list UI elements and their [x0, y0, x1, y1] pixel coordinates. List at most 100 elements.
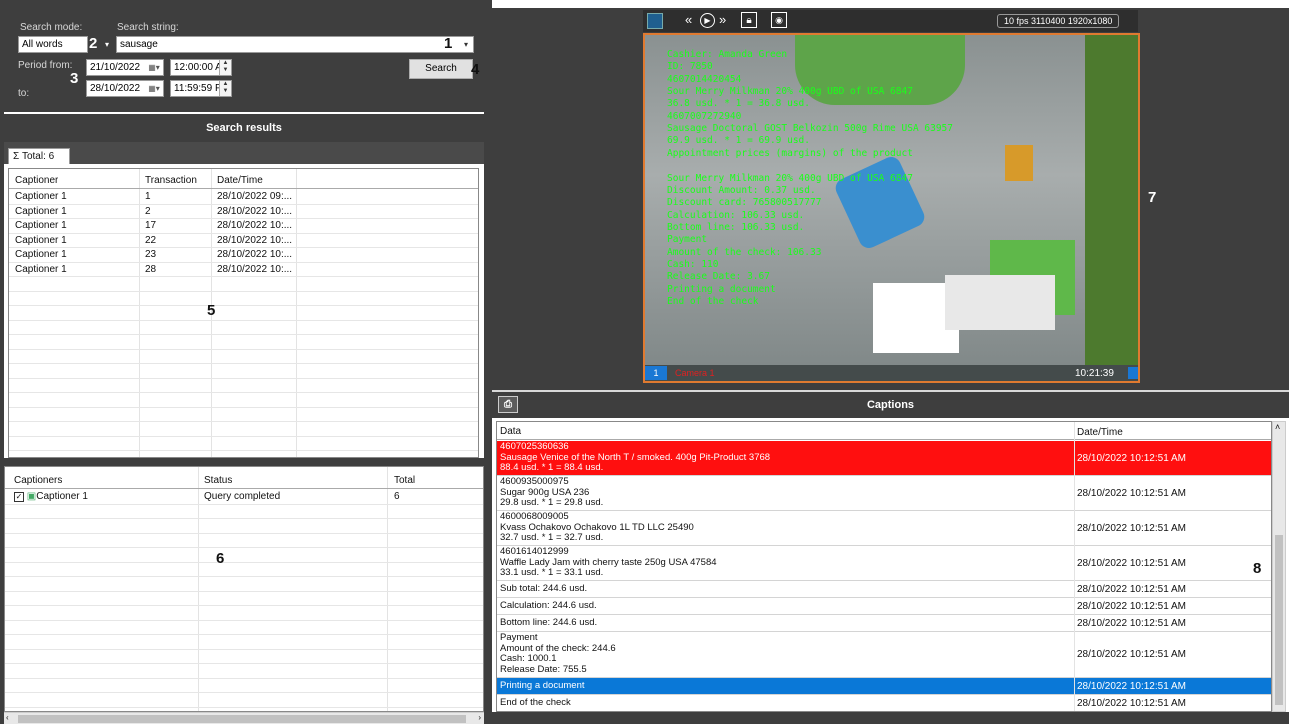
sigma-icon: Σ [13, 151, 20, 162]
caption-data-cell: Payment Amount of the check: 244.6 Cash:… [500, 632, 616, 675]
caption-row[interactable]: 4601614012999 Waffle Lady Jam with cherr… [497, 546, 1271, 581]
table-row [9, 437, 478, 451]
table-row [5, 563, 483, 577]
column-header[interactable]: Transaction [139, 174, 197, 188]
lock-icon[interactable]: 🔒︎ [741, 12, 757, 28]
scroll-thumb[interactable] [1275, 535, 1283, 705]
caption-row[interactable]: Sub total: 244.6 usd. 28/10/2022 10:12:51… [497, 581, 1271, 598]
scroll-up-icon[interactable]: ˄ [1275, 422, 1280, 432]
fast-forward-icon[interactable]: » [719, 12, 726, 27]
caption-data-cell: 4601614012999 Waffle Lady Jam with cherr… [500, 546, 717, 578]
splitter[interactable] [492, 385, 1289, 392]
datetime-cell: 28/10/2022 10:... [217, 249, 293, 260]
datetime-cell: 28/10/2022 10:... [217, 205, 293, 217]
vertical-splitter[interactable] [484, 0, 492, 724]
column-header[interactable]: Data [500, 426, 521, 438]
captioner-cell: Captioner 1 [15, 249, 67, 260]
horizontal-scrollbar[interactable]: ‹ › [4, 712, 484, 724]
calendar-icon[interactable]: ▦▾ [144, 81, 164, 96]
column-header[interactable]: Date/Time [211, 174, 263, 188]
overlay-line: Sausage Doctoral GOST Belkozin 500g Rime… [667, 123, 953, 135]
caption-row[interactable]: 4607025360636 Sausage Venice of the Nort… [497, 441, 1271, 476]
splitter[interactable] [4, 458, 484, 466]
chevron-down-icon[interactable]: ▾ [100, 37, 114, 52]
search-mode-label: Search mode: [20, 22, 83, 33]
menu-icon[interactable] [1128, 367, 1138, 379]
overlay-line: Cashier: Amanda Green [667, 49, 788, 60]
captioner-status: Query completed [204, 491, 281, 502]
tab-total[interactable]: Σ Total: 6 [8, 148, 70, 164]
receipt-paper [945, 275, 1055, 330]
caption-data-cell: 4600935000975 Sugar 900g USA 236 29.8 us… [500, 476, 604, 508]
captions-table: Data Date/Time 4607025360636 Sausage Ven… [496, 421, 1272, 712]
camera-number-badge[interactable]: 1 [645, 366, 667, 380]
search-string-input[interactable]: sausage [116, 36, 474, 53]
callout-4: 4 [471, 61, 480, 78]
column-header[interactable]: Captioners [8, 474, 62, 488]
search-string-value: sausage [120, 39, 158, 50]
table-row [5, 635, 483, 650]
print-icon[interactable]: ⎙ [498, 396, 518, 413]
table-row[interactable]: Captioner 1 28 28/10/2022 10:... [9, 263, 478, 277]
transaction-cell: 2 [145, 205, 151, 217]
results-tab-strip: Σ Total: 6 [4, 142, 484, 164]
caption-row[interactable]: Printing a document 28/10/2022 10:12:51 A… [497, 677, 1271, 695]
ptz-control-icon[interactable]: ◉ [771, 12, 787, 28]
column-header[interactable]: Captioner [9, 174, 58, 188]
table-row[interactable]: Captioner 1 17 28/10/2022 10:... [9, 219, 478, 234]
caption-row[interactable]: End of the check 28/10/2022 10:12:51 AM [497, 695, 1271, 711]
table-row[interactable]: Captioner 1 22 28/10/2022 10:... [9, 234, 478, 248]
rewind-icon[interactable]: « [685, 12, 692, 27]
table-row[interactable]: Captioner 1 1 28/10/2022 09:... [9, 190, 478, 205]
search-mode-select[interactable]: All words [18, 36, 88, 53]
overlay-line: Sour Merry Milkman 20% 400g UBD of USA 6… [667, 172, 913, 184]
table-row[interactable]: ✓ ▣Captioner 1 Query completed 6 [5, 490, 483, 505]
scroll-right-icon[interactable]: › [478, 713, 481, 722]
column-header[interactable]: Status [198, 474, 232, 488]
search-string-label: Search string: [117, 22, 179, 33]
caption-data-cell: Sub total: 244.6 usd. [500, 583, 588, 594]
caption-row[interactable]: 4600068009005 Kvass Ochakovo Ochakovo 1L… [497, 511, 1271, 546]
video-toolbar: « ▶ » 🔒︎ ◉ 10 fps 3110400 1920x1080 [643, 10, 1138, 32]
caption-row[interactable]: Payment Amount of the check: 244.6 Cash:… [497, 632, 1271, 678]
table-header: Data Date/Time [497, 422, 1271, 440]
table-row [9, 277, 478, 292]
caption-row[interactable]: 4600935000975 Sugar 900g USA 236 29.8 us… [497, 476, 1271, 511]
callout-5: 5 [207, 302, 216, 319]
scroll-thumb[interactable] [18, 715, 466, 723]
table-row[interactable]: Captioner 1 2 28/10/2022 10:... [9, 205, 478, 219]
caption-date-cell: 28/10/2022 10:12:51 AM [1077, 584, 1186, 595]
column-header[interactable]: Date/Time [1077, 427, 1123, 438]
calendar-icon[interactable]: ▦▾ [144, 60, 164, 75]
callout-7: 7 [1148, 189, 1157, 206]
spinner-icon[interactable]: ▲ ▼ [219, 60, 231, 75]
table-row [9, 451, 478, 457]
overlay-line: Payment [667, 234, 708, 246]
table-row [9, 321, 478, 335]
table-row[interactable]: Captioner 1 23 28/10/2022 10:... [9, 248, 478, 263]
transaction-cell: 28 [145, 263, 157, 275]
column-header[interactable]: Total [388, 474, 415, 488]
spinner-icon[interactable]: ▲ ▼ [219, 81, 231, 96]
search-results-header: Search results [4, 114, 484, 142]
caption-data-cell: Calculation: 244.6 usd. [500, 600, 597, 611]
captioner-name-cell: ✓ ▣Captioner 1 [8, 490, 88, 504]
play-icon[interactable]: ▶ [700, 13, 715, 28]
camera-select-icon[interactable] [647, 13, 663, 29]
checkbox-checked-icon[interactable]: ✓ [14, 492, 24, 502]
scroll-left-icon[interactable]: ‹ [6, 713, 9, 722]
camera-video-frame[interactable]: Cashier: Amanda Green ID: 7850 460701442… [643, 33, 1140, 383]
caption-date-cell: 28/10/2022 10:12:51 AM [1077, 558, 1186, 569]
product-box [1005, 145, 1033, 181]
table-row [5, 519, 483, 534]
vertical-scrollbar[interactable]: ˄ [1272, 421, 1286, 712]
table-row [9, 335, 478, 350]
caption-row[interactable]: Calculation: 244.6 usd. 28/10/2022 10:12:… [497, 598, 1271, 615]
chevron-down-icon[interactable]: ▾ [459, 37, 473, 52]
search-button[interactable]: Search [409, 59, 473, 79]
overlay-line: End of the check [667, 296, 759, 307]
caption-row[interactable]: Bottom line: 244.6 usd. 28/10/2022 10:12:… [497, 615, 1271, 632]
table-row [5, 577, 483, 592]
overlay-line: Sour Merry Milkman 20% 400g UBD of USA 6… [667, 86, 913, 98]
table-row [9, 292, 478, 306]
